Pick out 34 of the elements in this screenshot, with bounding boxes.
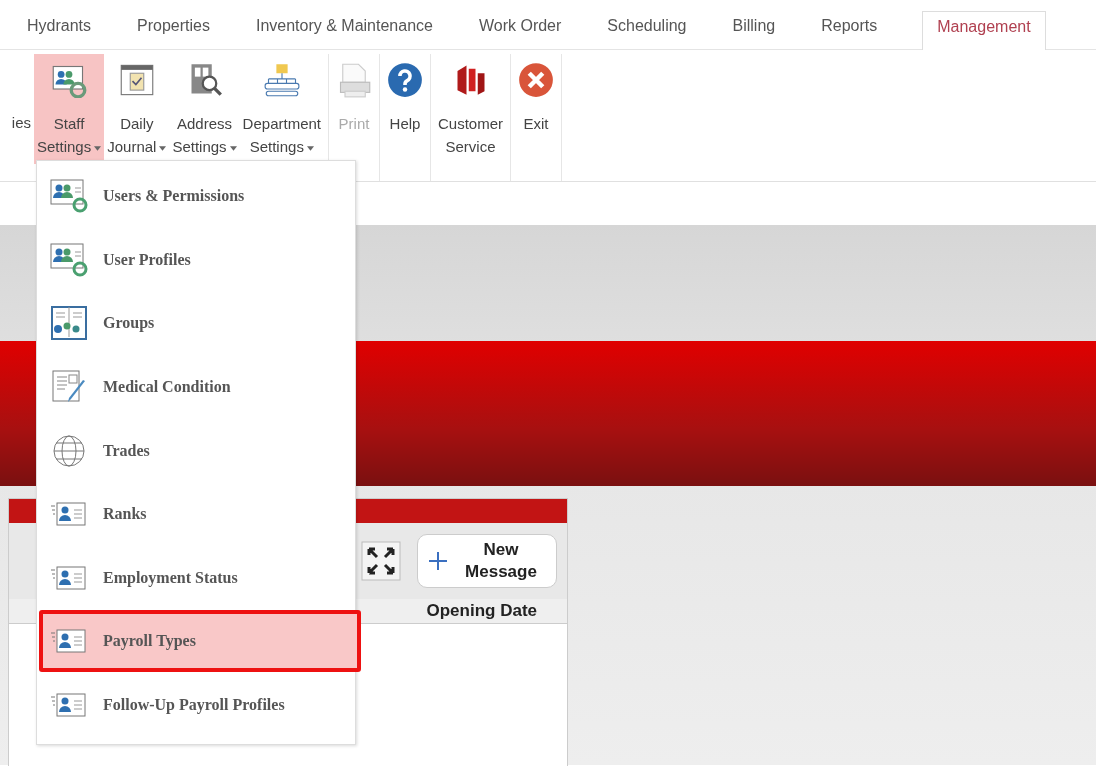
help-icon xyxy=(387,62,423,98)
menu-item[interactable]: Follow-Up Payroll Profiles xyxy=(37,674,355,736)
menu-item[interactable]: Ranks xyxy=(37,483,355,546)
menu-item[interactable]: Payroll Types xyxy=(39,610,361,673)
people-card-icon xyxy=(49,178,89,214)
ribbon-tab[interactable]: Properties xyxy=(136,11,211,49)
ribbon-tab[interactable]: Work Order xyxy=(477,11,563,49)
ribbon-tab[interactable]: Hydrants xyxy=(26,11,93,49)
expand-icon[interactable] xyxy=(361,541,401,581)
people-card-icon xyxy=(49,241,89,278)
close-icon xyxy=(518,62,554,98)
menu-item[interactable]: Employment Status xyxy=(37,546,355,609)
people-book-icon xyxy=(49,305,89,342)
column-header: Opening Date xyxy=(426,601,537,621)
menu-item[interactable]: Medical Condition xyxy=(37,355,355,418)
menu-item[interactable]: Trades xyxy=(37,419,355,482)
plus-icon xyxy=(428,551,448,571)
menu-item[interactable]: Users & Permissions xyxy=(37,165,355,227)
menu-item[interactable]: Groups xyxy=(37,292,355,355)
ribbon-button[interactable]: ies xyxy=(0,54,34,164)
menu-item[interactable]: User Profiles xyxy=(37,228,355,291)
ribbon-button[interactable]: Exit xyxy=(515,54,557,164)
ribbon-tab[interactable]: Scheduling xyxy=(606,11,688,49)
ribbon-button[interactable]: Department Settings xyxy=(239,54,324,164)
ribbon-tab[interactable]: Billing xyxy=(731,11,777,49)
new-message-button[interactable]: New Message xyxy=(417,534,557,588)
ribbon-button[interactable]: Staff Settings xyxy=(34,54,105,164)
ribbon-tab[interactable]: Reports xyxy=(820,11,879,49)
ribbon-button[interactable]: Help xyxy=(384,54,426,164)
ribbon-button[interactable]: Customer Service xyxy=(435,54,506,164)
org-chart-icon xyxy=(263,62,300,98)
ribbon-tab[interactable]: Inventory & Maintenance xyxy=(254,11,434,49)
ribbon-tab[interactable]: Management xyxy=(922,11,1046,50)
clipboard-check-icon xyxy=(118,62,155,98)
